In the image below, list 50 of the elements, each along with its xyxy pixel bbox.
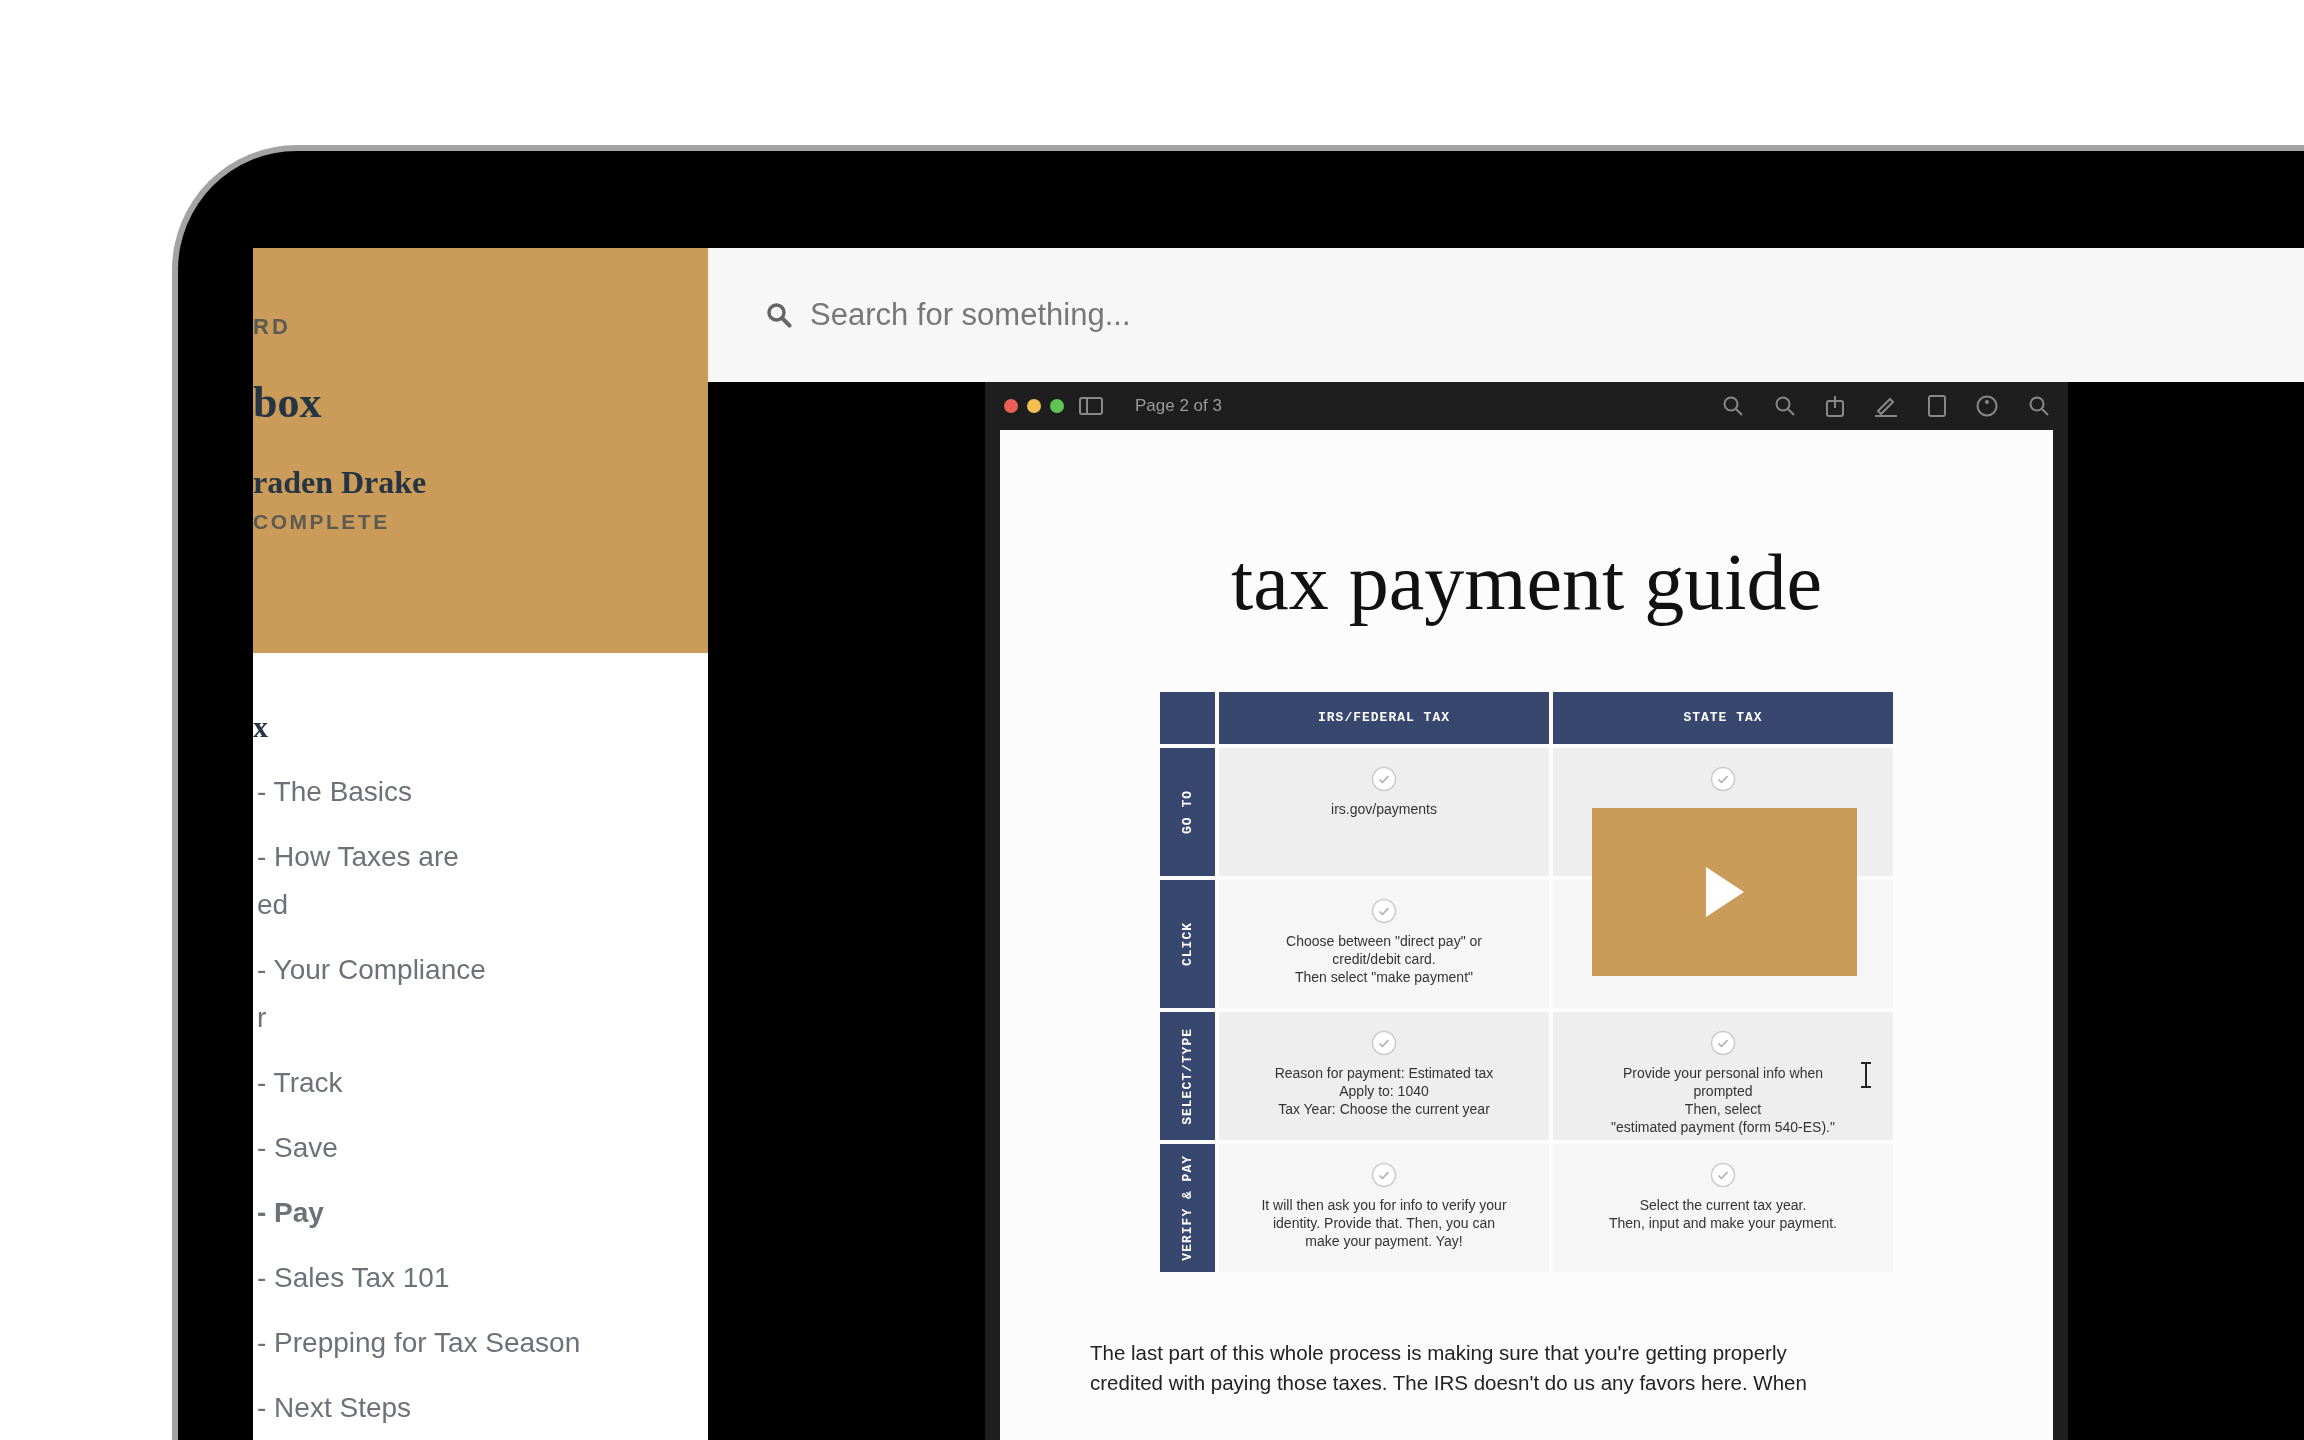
- accessibility-icon: [1976, 395, 1998, 417]
- lesson-link[interactable]: - Track: [253, 1059, 708, 1107]
- lesson-link[interactable]: - Sales Tax 101: [253, 1254, 708, 1302]
- video-play-button[interactable]: [1592, 808, 1857, 976]
- search-field[interactable]: Search for something...: [808, 290, 1708, 340]
- row-label: GO TO: [1160, 748, 1215, 876]
- progress-label: COMPLETE: [253, 509, 391, 536]
- table-corner: [1160, 692, 1215, 744]
- zoom-icon: [2028, 395, 2050, 417]
- lesson-link[interactable]: - Pay: [253, 1189, 708, 1237]
- check-icon: [1371, 766, 1397, 792]
- search-icon: [766, 302, 792, 328]
- lesson-link[interactable]: - Save: [253, 1124, 708, 1172]
- check-icon: [1371, 1030, 1397, 1056]
- lesson-link[interactable]: - Next Steps: [253, 1384, 708, 1432]
- lesson-link[interactable]: - The Basics: [253, 768, 708, 816]
- row-label: VERIFY & PAY: [1160, 1144, 1215, 1272]
- window-controls-icon: [1003, 398, 1065, 414]
- column-header: STATE TAX: [1553, 692, 1893, 744]
- cell-text: Choose between "direct pay" or credit/debit card. Then select "make payment": [1286, 932, 1482, 986]
- cell-text: Provide your personal info when prompted Then, select "estimated payment (form 540-ES).": [1611, 1064, 1835, 1136]
- row-label: SELECT/TYPE: [1160, 1012, 1215, 1140]
- zoom-icon: [1722, 395, 1744, 417]
- course-title: box: [253, 381, 323, 425]
- lesson-link[interactable]: - Prepping for Tax Season: [253, 1319, 708, 1367]
- check-icon: [1371, 1162, 1397, 1188]
- check-icon: [1710, 766, 1736, 792]
- check-icon: [1710, 1030, 1736, 1056]
- cell-text: irs.gov/payments: [1331, 800, 1437, 818]
- share-icon: [1826, 395, 1844, 417]
- check-icon: [1710, 1162, 1736, 1188]
- zoom-icon: [1774, 395, 1796, 417]
- check-icon: [1371, 898, 1397, 924]
- sidebar-toggle-icon: [1079, 397, 1103, 415]
- cell-text: Select the current tax year. Then, input and make your payment.: [1609, 1196, 1837, 1232]
- lesson-link[interactable]: - Your Compliance r: [253, 946, 708, 1042]
- column-header: IRS/FEDERAL TAX: [1219, 692, 1549, 744]
- play-icon: [1705, 867, 1744, 917]
- body-paragraph: The last part of this whole process is making sure that you're getting properly credited with paying those taxes. The IRS doesn't do us any favors here. When: [1090, 1340, 1808, 1396]
- lesson-link[interactable]: - How Taxes are ed: [253, 833, 708, 929]
- cell-text: It will then ask you for info to verify your identity. Provide that. Then, you can make your payment. Yay!: [1261, 1196, 1507, 1250]
- row-label: CLICK: [1160, 880, 1215, 1008]
- page-indicator: Page 2 of 3: [1135, 395, 1222, 418]
- markup-icon: [1874, 395, 1898, 417]
- student-name: raden Drake: [253, 465, 428, 501]
- text-cursor-icon: [1860, 1062, 1872, 1088]
- cell-text: Reason for payment: Estimated tax Apply to: 1040 Tax Year: Choose the current year: [1274, 1064, 1494, 1118]
- eyebrow-label: RD: [253, 313, 292, 341]
- page-icon: [1928, 395, 1946, 417]
- module-heading: x: [253, 709, 269, 745]
